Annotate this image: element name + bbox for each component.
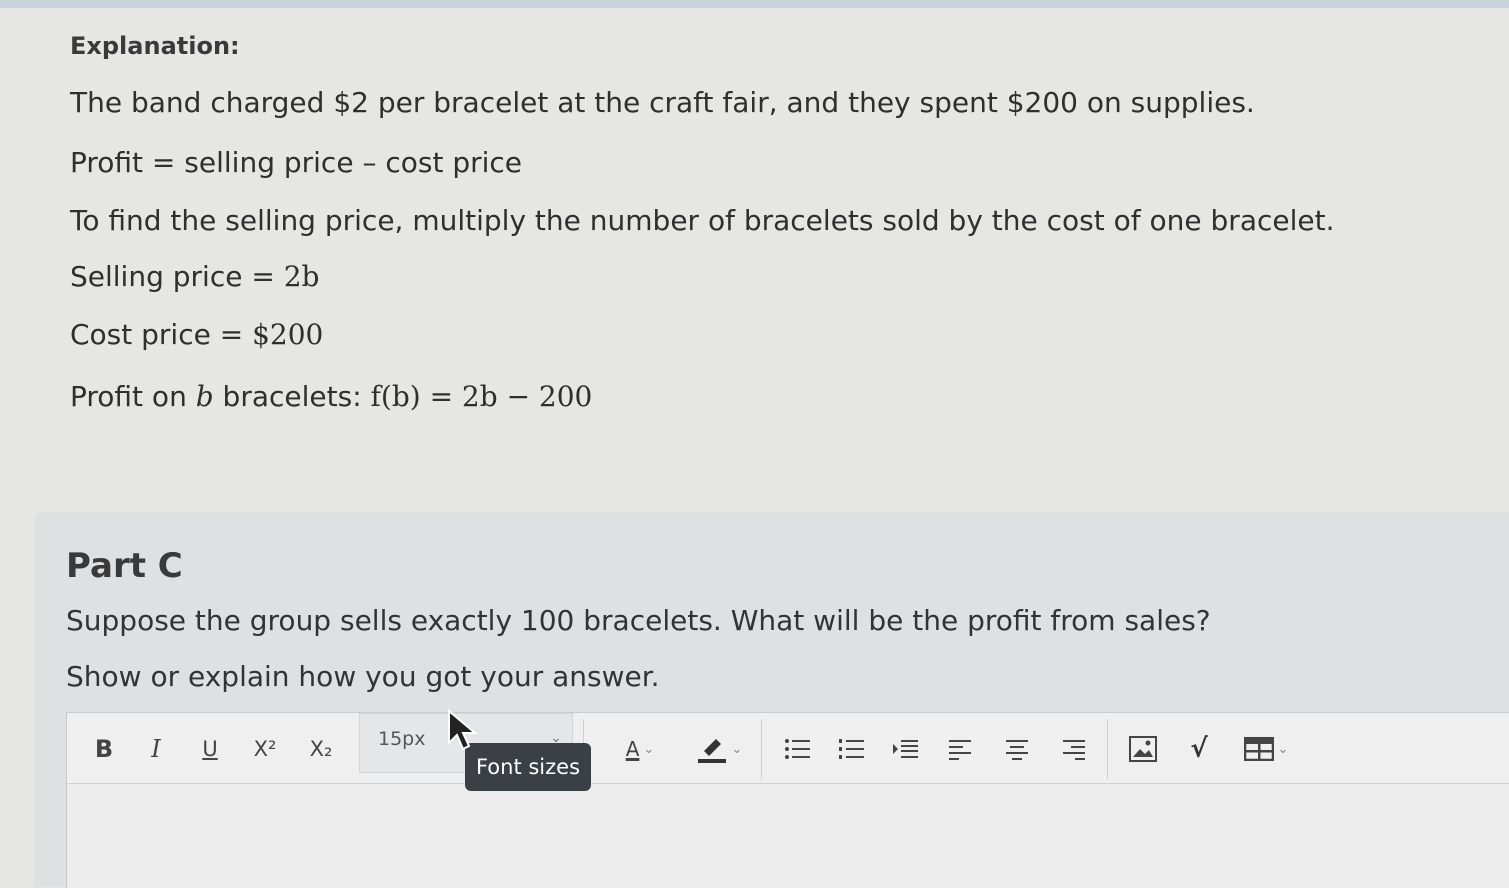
selling-price-label: Selling price =	[70, 260, 284, 293]
italic-button[interactable]: I	[141, 731, 171, 767]
part-c-title: Part C	[66, 546, 183, 586]
font-size-value: 15px	[378, 728, 426, 750]
math-icon: √	[1190, 734, 1208, 764]
underline-button[interactable]: U	[195, 731, 225, 767]
image-icon	[1129, 736, 1157, 762]
align-right-button[interactable]	[1055, 731, 1091, 767]
superscript-button[interactable]: X²	[245, 731, 285, 767]
chevron-down-icon: ⌄	[643, 741, 655, 757]
answer-editor: B I U X² X₂ 15px ⌄ Font sizes A ⌄ ⌄ √ ⌄	[66, 709, 1509, 888]
align-left-button[interactable]	[943, 731, 979, 767]
part-c-instruction: Show or explain how you got your answer.	[66, 660, 660, 693]
explanation-line-selling-price: Selling price = 2b	[70, 260, 319, 293]
explanation-line-selling-price-method: To find the selling price, multiply the …	[70, 204, 1335, 237]
cost-price-value: $200	[252, 318, 324, 351]
explanation-section: Explanation: The band charged $2 per bra…	[0, 8, 1509, 508]
part-c-panel: Part C Suppose the group sells exactly 1…	[34, 512, 1509, 888]
font-color-icon: A	[625, 737, 640, 761]
explanation-line-supplies: The band charged $2 per bracelet at the …	[70, 86, 1255, 119]
selling-price-value: 2b	[283, 260, 320, 293]
mouse-pointer-icon	[448, 709, 478, 751]
profit-label-b: bracelets:	[213, 380, 371, 413]
highlight-button[interactable]: ⌄	[683, 731, 755, 767]
editor-toolbar: B I U X² X₂ 15px ⌄ Font sizes A ⌄ ⌄ √ ⌄	[67, 709, 1509, 791]
explanation-heading: Explanation:	[70, 32, 240, 60]
numbered-list-button[interactable]	[833, 731, 869, 767]
chevron-down-icon: ⌄	[1277, 741, 1289, 757]
highlight-icon	[697, 739, 726, 763]
indent-icon	[893, 740, 918, 758]
bold-button[interactable]: B	[89, 731, 119, 767]
align-center-icon	[1006, 740, 1028, 760]
chevron-down-icon: ⌄	[731, 741, 743, 757]
indent-button[interactable]	[887, 731, 923, 767]
subscript-button[interactable]: X₂	[301, 731, 341, 767]
align-center-button[interactable]	[999, 731, 1035, 767]
insert-table-button[interactable]: ⌄	[1233, 731, 1299, 767]
italic-icon: I	[151, 735, 161, 763]
table-icon	[1243, 737, 1274, 761]
numbered-list-icon	[839, 739, 864, 759]
explanation-line-profit-function: Profit on b bracelets: f(b) = 2b − 200	[70, 380, 592, 413]
bullet-list-icon	[785, 739, 810, 759]
explanation-line-profit-definition: Profit = selling price – cost price	[70, 146, 523, 179]
bold-icon: B	[94, 735, 114, 763]
answer-text-area[interactable]	[67, 784, 1509, 888]
profit-variable: b	[195, 380, 214, 413]
profit-formula: f(b) = 2b − 200	[370, 380, 593, 413]
bullet-list-button[interactable]	[779, 731, 815, 767]
subscript-icon: X₂	[309, 737, 333, 761]
part-c-question: Suppose the group sells exactly 100 brac…	[66, 604, 1211, 637]
cost-price-label: Cost price =	[70, 318, 253, 351]
underline-icon: U	[202, 737, 218, 761]
toolbar-divider	[761, 719, 762, 779]
profit-label-a: Profit on	[70, 380, 196, 413]
toolbar-divider	[1107, 719, 1108, 779]
explanation-line-cost-price: Cost price = $200	[70, 318, 323, 351]
font-size-tooltip: Font sizes	[465, 743, 591, 791]
math-equation-button[interactable]: √	[1177, 731, 1221, 767]
superscript-icon: X²	[253, 737, 277, 761]
font-color-button[interactable]: A ⌄	[605, 731, 675, 767]
align-left-icon	[949, 740, 971, 760]
insert-image-button[interactable]	[1123, 731, 1163, 767]
align-right-icon	[1063, 740, 1085, 760]
top-bar	[0, 0, 1509, 8]
